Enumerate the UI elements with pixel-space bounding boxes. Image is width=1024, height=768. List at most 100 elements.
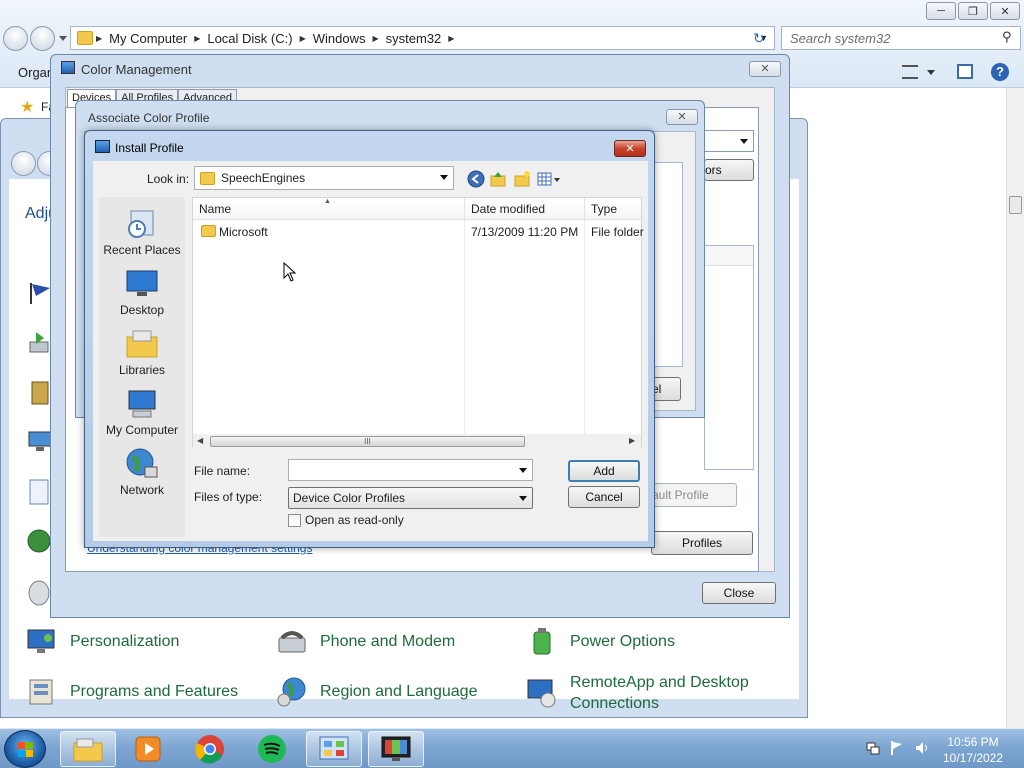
breadcrumb-local-disk[interactable]: Local Disk (C:)	[207, 31, 292, 46]
column-header-date[interactable]: Date modified	[465, 198, 585, 220]
place-network[interactable]: Network	[99, 447, 185, 497]
ip-close-button[interactable]: ✕	[614, 140, 646, 157]
new-folder-icon[interactable]	[513, 170, 531, 188]
set-default-profile-button[interactable]: ault Profile	[651, 483, 737, 507]
breadcrumb-windows[interactable]: Windows	[313, 31, 366, 46]
taskbar-clock[interactable]: 10:56 PM 10/17/2022	[930, 734, 1016, 766]
device-dropdown[interactable]	[704, 130, 754, 152]
ip-body: Look in: SpeechEngines Recent Places Des…	[93, 161, 648, 541]
acp-close-button[interactable]: ✕	[666, 109, 698, 125]
remoteapp-label: RemoteApp and Desktop Connections	[570, 672, 749, 714]
cp-item-programs-features[interactable]: Programs and Features	[26, 676, 238, 708]
color-management-icon	[381, 736, 411, 761]
cp-item-label-line2: Connections	[570, 695, 659, 712]
file-list[interactable]: Name ▲ Date modified Type Microsoft 7/13…	[192, 197, 644, 448]
network-icon	[125, 447, 159, 481]
place-desktop[interactable]: Desktop	[99, 267, 185, 317]
view-options-chevron-icon[interactable]	[927, 70, 935, 75]
place-recent-places[interactable]: Recent Places	[99, 207, 185, 257]
cm-close-button[interactable]: ✕	[749, 61, 781, 77]
back-arrow-icon[interactable]	[467, 170, 485, 188]
chevron-down-icon	[740, 139, 748, 144]
cancel-button[interactable]: Cancel	[568, 486, 640, 508]
organize-menu[interactable]: Organ	[18, 65, 54, 80]
mouse-icon[interactable]	[26, 578, 52, 606]
cp-item-region-language[interactable]: Region and Language	[276, 676, 477, 708]
breadcrumb-system32[interactable]: system32	[386, 31, 442, 46]
look-in-label: Look in:	[147, 172, 190, 186]
recent-pages-chevron-icon[interactable]	[59, 36, 67, 41]
refresh-icon[interactable]: ↻	[753, 30, 765, 47]
my-computer-icon	[125, 387, 159, 421]
help-icon[interactable]: ?	[991, 63, 1009, 81]
place-libraries[interactable]: Libraries	[99, 327, 185, 377]
close-button[interactable]: ✕	[990, 2, 1020, 20]
explorer-scrollbar[interactable]	[1006, 88, 1024, 728]
cp-back-button[interactable]	[11, 151, 36, 176]
internet-options-icon[interactable]	[26, 528, 52, 556]
device-icon[interactable]	[30, 380, 52, 406]
mouse-cursor-icon	[283, 262, 297, 282]
files-of-type-select[interactable]: Device Color Profiles	[288, 487, 533, 509]
file-type: File folder	[591, 225, 644, 239]
cp-item-remoteapp[interactable]: RemoteApp and Desktop Connections	[526, 672, 749, 714]
breadcrumb-separator-icon: ▶	[194, 33, 201, 43]
horizontal-scrollbar[interactable]: ◀ III ▶	[193, 434, 641, 448]
clock-time: 10:56 PM	[947, 735, 999, 749]
scroll-right-icon[interactable]: ▶	[629, 436, 635, 445]
up-folder-icon[interactable]	[489, 170, 507, 188]
column-header-type[interactable]: Type	[585, 198, 641, 220]
cp-item-label: Programs and Features	[70, 683, 239, 700]
forward-button[interactable]	[30, 26, 55, 51]
taskbar-media-player[interactable]	[120, 731, 176, 767]
taskbar-spotify[interactable]	[244, 731, 300, 767]
maximize-button[interactable]: ❐	[958, 2, 988, 20]
network-tray-icon[interactable]	[866, 741, 880, 755]
close-icon: ✕	[1000, 5, 1010, 18]
breadcrumb-my-computer[interactable]: My Computer	[109, 31, 187, 46]
cp-item-power-options[interactable]: Power Options	[526, 626, 675, 658]
minimize-icon: ─	[937, 5, 945, 17]
breadcrumb-separator-icon: ▶	[372, 33, 379, 43]
scroll-thumb[interactable]	[1009, 196, 1022, 214]
profile-list[interactable]	[704, 245, 754, 470]
close-icon: ✕	[625, 143, 635, 155]
look-in-dropdown[interactable]: SpeechEngines	[194, 166, 454, 190]
cp-item-personalization[interactable]: Personalization	[26, 626, 179, 658]
identify-monitors-button[interactable]: ors	[704, 159, 754, 181]
documents-icon[interactable]	[28, 478, 52, 508]
cp-item-phone-modem[interactable]: Phone and Modem	[276, 626, 455, 658]
scroll-left-icon[interactable]: ◀	[197, 436, 203, 445]
horizontal-scroll-thumb[interactable]: III	[210, 436, 525, 447]
taskbar-chrome[interactable]	[182, 731, 238, 767]
file-row[interactable]: Microsoft 7/13/2009 11:20 PM File folder	[193, 222, 644, 242]
start-orb-icon[interactable]	[4, 730, 46, 768]
places-bar: Recent Places Desktop Libraries My Compu…	[99, 197, 185, 537]
open-readonly-checkbox[interactable]: Open as read-only	[288, 513, 404, 527]
file-name-input[interactable]	[288, 459, 533, 481]
preview-pane-icon[interactable]	[957, 64, 973, 79]
address-bar[interactable]: ▶ My Computer ▶ Local Disk (C:) ▶ Window…	[70, 26, 775, 50]
action-center-flag-icon[interactable]	[890, 740, 904, 756]
file-name-label: File name:	[194, 464, 251, 478]
taskbar-control-panel[interactable]	[306, 731, 362, 767]
place-my-computer[interactable]: My Computer	[99, 387, 185, 437]
minimize-button[interactable]: ─	[926, 2, 956, 20]
close-icon: ✕	[760, 63, 770, 75]
back-button[interactable]	[3, 26, 28, 51]
place-label: My Computer	[105, 423, 179, 437]
view-menu-icon[interactable]	[537, 170, 561, 188]
change-view-icon[interactable]	[902, 65, 918, 79]
taskbar-explorer[interactable]	[60, 731, 116, 767]
cm-close-dialog-button[interactable]: Close	[702, 582, 776, 604]
taskbar-color-management[interactable]	[368, 731, 424, 767]
profiles-button[interactable]: Profiles	[651, 531, 753, 555]
column-divider	[584, 220, 585, 435]
search-icon[interactable]: ⚲	[1002, 29, 1012, 45]
button-label: Profiles	[681, 536, 722, 550]
volume-icon[interactable]	[914, 740, 930, 756]
search-input[interactable]: Search system32	[781, 26, 1021, 50]
checkbox-box[interactable]	[288, 513, 301, 527]
add-button[interactable]: Add	[568, 460, 640, 482]
folder-icon	[201, 225, 216, 237]
